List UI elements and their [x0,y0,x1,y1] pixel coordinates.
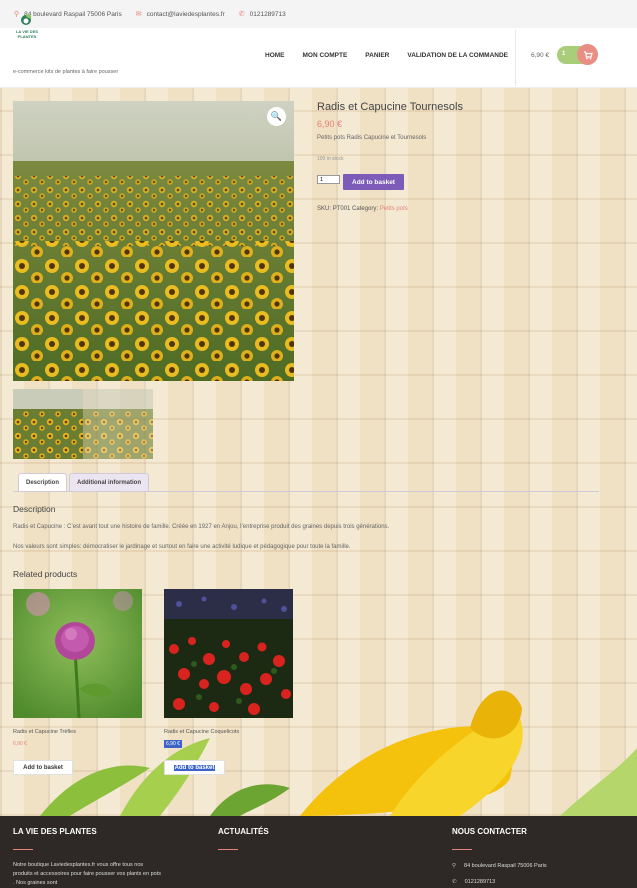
top-contact-bar: ⚲ 84 boulevard Raspail 75006 Paris ✉ con… [0,0,637,28]
nav-home[interactable]: HOME [265,52,285,59]
search-zoom-icon[interactable]: 🔍 [267,107,286,126]
main-nav: HOME MON COMPTE PANIER VALIDATION DE LA … [265,52,508,59]
email-item[interactable]: ✉ contact@laviedesplantes.fr [135,10,225,19]
product-price: 6,90 € [317,119,343,129]
footer-phone-text: 0121289713 [464,879,496,885]
header-divider [515,30,516,86]
description-heading: Description [13,504,56,514]
product-main-image[interactable] [13,101,294,381]
nav-checkout[interactable]: VALIDATION DE LA COMMANDE [407,52,508,59]
footer-underline-2 [218,849,238,850]
footer-about-text: Notre boutique Laviedesplantes.fr vous o… [13,862,161,886]
description-paragraph-2: Nos valeurs sont simples: démocratiser l… [13,544,351,550]
related-add-to-basket-button-1[interactable]: Add to basket [13,760,73,775]
description-paragraph-1: Radis et Capucine : C’est avant tout une… [13,524,390,530]
product-thumbnail-2[interactable] [83,389,153,459]
footer-title-news: ACTUALITÉS [218,827,269,836]
cart-count: 1 [562,51,566,57]
related-product-name-1[interactable]: Radis et Capucine Trèfles [13,729,76,735]
related-product-image-poppies[interactable] [164,589,293,718]
phone-icon: ✆ [452,879,457,885]
footer-underline-1 [13,849,33,850]
footer-title-contact: NOUS CONTACTER [452,827,527,836]
footer-phone: ✆ 0121289713 [452,879,495,885]
footer-address-text: 84 boulevard Raspail 75006 Paris [464,863,547,869]
product-title: Radis et Capucine Tournesols [317,101,463,113]
footer-title-about: LA VIE DES PLANTES [13,827,97,836]
nav-cart[interactable]: PANIER [365,52,389,59]
sku-label: SKU: [317,206,332,212]
tab-additional-information[interactable]: Additional information [69,473,150,491]
related-product-price-2: 6,90 € [164,740,182,748]
product-thumbnail-1[interactable] [13,389,83,459]
nav-account[interactable]: MON COMPTE [303,52,348,59]
related-add-to-basket-button-2[interactable]: Add to basket [164,760,225,775]
topbar-phone: 0121289713 [249,10,286,18]
cart-total[interactable]: 6,90 € [531,52,549,59]
phone-icon: ✆ [238,11,245,18]
site-tagline: e-commerce kits de plantes à faire pouss… [13,69,119,75]
related-product-price-1: 6,90 € [13,741,27,747]
related-products-heading: Related products [13,569,78,579]
footer-address: ⚲ 84 boulevard Raspail 75006 Paris [452,863,547,869]
related-product-image-clover[interactable] [13,589,142,718]
topbar-email[interactable]: contact@laviedesplantes.fr [147,11,225,18]
cart-icon[interactable] [577,44,598,65]
product-meta: SKU: PT001 Category: Petits pots [317,206,408,212]
tab-description[interactable]: Description [18,473,68,491]
product-short-description: Petits pots Radis Capucine et Tournesols [317,135,427,141]
mail-icon: ✉ [135,11,142,18]
category-link[interactable]: Petits pots [380,206,408,212]
phone-item: ✆ 0121289713 [238,10,286,19]
site-logo[interactable]: LA VIE DES PLANTES [14,13,40,41]
related-product-name-2[interactable]: Radis et Capucine Coquelicots [164,729,239,735]
location-icon: ⚲ [452,863,457,869]
related-add-to-basket-label-2: Add to basket [173,764,216,771]
footer-underline-3 [452,849,472,850]
tabs-divider [13,491,599,492]
add-to-basket-button[interactable]: Add to basket [343,174,404,190]
sku-value: PT001 [332,206,351,212]
quantity-input[interactable] [317,175,340,184]
category-label: Category: [352,206,379,212]
stock-status: 100 in stock [317,156,344,162]
product-tabs: Description Additional information [18,473,150,491]
svg-text:PLANTES: PLANTES [18,34,37,39]
